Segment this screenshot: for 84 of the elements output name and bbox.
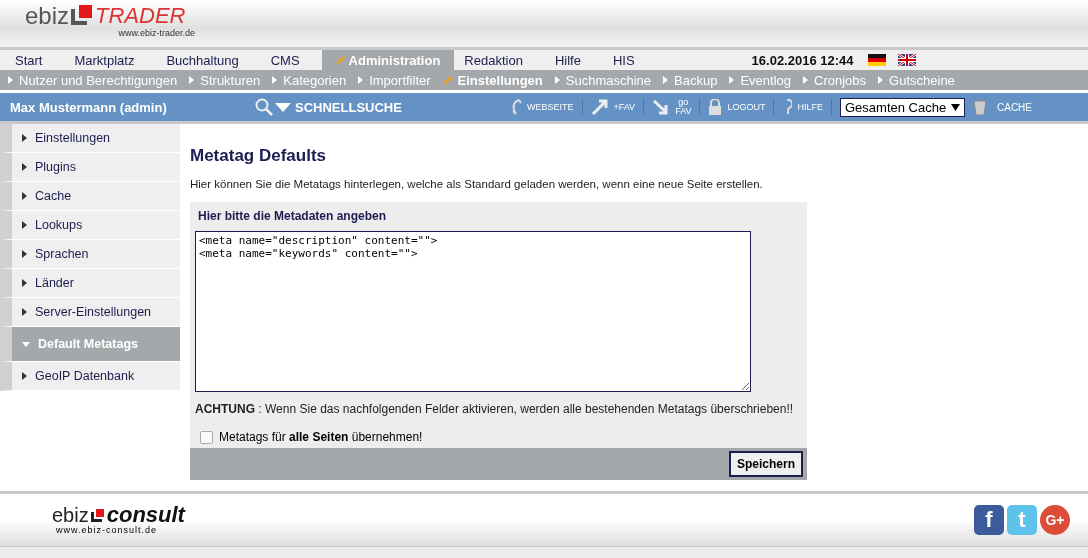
caret-icon: [22, 341, 30, 347]
toolbar-link[interactable]: +FAV: [590, 99, 636, 115]
hook-icon: [510, 99, 522, 115]
sidebar-item[interactable]: Default Metatags: [0, 327, 180, 362]
nav-tab[interactable]: Buchhaltung: [156, 50, 261, 70]
quicksearch-button[interactable]: SCHNELLSUCHE: [255, 98, 510, 116]
social-icon[interactable]: G+: [1040, 505, 1070, 535]
pencil-icon: [442, 76, 452, 84]
caret-icon: [189, 76, 195, 84]
sidebar-item[interactable]: Cache: [0, 182, 180, 211]
sidebar-item[interactable]: Server-Einstellungen: [0, 298, 180, 327]
caret-icon: [22, 221, 27, 229]
subnav-tab[interactable]: Strukturen: [189, 72, 261, 88]
datetime: 16.02.2016 12:44: [751, 52, 854, 68]
nav-tab[interactable]: Administration: [321, 50, 455, 70]
subnav-tab[interactable]: Gutscheine: [878, 72, 955, 88]
uk-flag-icon[interactable]: [897, 54, 916, 66]
nav-tab[interactable]: CMS: [260, 50, 322, 70]
caret-icon: [22, 163, 27, 171]
pencil-icon: [335, 56, 345, 64]
trash-icon: [973, 99, 987, 115]
subnav-tab[interactable]: Cronjobs: [803, 72, 867, 88]
logo-text: ebiz: [52, 505, 89, 525]
user-name: Max Mustermann (admin): [10, 99, 168, 115]
subnav-tab[interactable]: Eventlog: [729, 72, 792, 88]
subnav-tab[interactable]: Kategorien: [272, 72, 347, 88]
caret-icon: [663, 76, 669, 84]
logo-text: TRADER: [95, 4, 186, 28]
warning-text: ACHTUNG : Wenn Sie das nachfolgenden Felder aktivieren, werden alle bestehenden Metatags überschrieben!!: [195, 402, 795, 416]
subnav-tab[interactable]: Backup: [663, 72, 718, 88]
meta-textarea[interactable]: <meta name="description" content=""> <meta name="keywords" content="">: [195, 231, 751, 392]
sidebar-item[interactable]: Plugins: [0, 153, 180, 182]
caret-icon: [8, 76, 13, 84]
checkbox[interactable]: [200, 430, 213, 444]
lock-icon: [708, 99, 723, 115]
arrow-icon: [590, 99, 609, 115]
logo-url: www.ebiz-consult.de: [56, 525, 159, 535]
nav-tab[interactable]: Redaktion: [454, 50, 545, 70]
logo-url: www.ebiz-trader.de: [118, 28, 195, 38]
toolbar-link[interactable]: go FAV: [652, 98, 692, 116]
intro-text: Hier können Sie die Metatags hinterlegen, welche als Standard geladen werden, wenn eine neue Seite erstellen.: [190, 178, 764, 190]
caret-icon: [554, 76, 560, 84]
german-flag-icon[interactable]: [867, 54, 886, 66]
toolbar-link[interactable]: LOGOUT: [708, 99, 766, 115]
form-title: Hier bitte die Metadaten angeben: [197, 208, 388, 225]
caret-icon: [272, 76, 278, 84]
sidebar-item[interactable]: Länder: [0, 269, 180, 298]
subnav-tab[interactable]: Suchmaschine: [554, 72, 652, 88]
caret-icon: [878, 76, 884, 84]
logo-text: ebiz: [25, 4, 70, 28]
checkbox-label: Metatags für alle Seiten übernehmen!: [219, 430, 423, 444]
caret-icon: [22, 308, 27, 316]
logo-mark-icon: [90, 509, 105, 522]
nav-tab[interactable]: Start: [5, 50, 65, 70]
toolbar-link[interactable]: HILFE: [782, 99, 823, 115]
caret-icon: [22, 279, 27, 287]
caret-icon: [22, 250, 27, 258]
cache-select[interactable]: Gesamten Cache: [840, 97, 965, 117]
caret-icon: [22, 372, 27, 380]
nav-tab[interactable]: Marktplatz: [64, 50, 157, 70]
search-icon: [255, 98, 293, 116]
toolbar-link[interactable]: WEBSEITE: [510, 99, 574, 115]
sidebar-item[interactable]: Sprachen: [0, 240, 180, 269]
sidebar-item[interactable]: Einstellungen: [0, 124, 180, 153]
logo-mark-icon: [71, 5, 94, 25]
caret-icon: [803, 76, 809, 84]
caret-icon: [22, 192, 27, 200]
save-button[interactable]: Speichern: [728, 451, 803, 477]
sidebar-item[interactable]: GeoIP Datenbank: [0, 362, 180, 391]
social-icon[interactable]: f: [974, 505, 1004, 535]
sidebar-item[interactable]: Lookups: [0, 211, 180, 240]
caret-icon: [22, 134, 27, 142]
page-title: Metatag Defaults: [190, 146, 328, 166]
caret-icon: [729, 76, 735, 84]
arrow-icon: [652, 99, 671, 115]
subnav-tab[interactable]: Nutzer und Berechtigungen: [8, 72, 178, 88]
clear-cache-button[interactable]: CACHE: [973, 99, 1032, 115]
caret-icon: [358, 76, 364, 84]
logo-text: consult: [106, 505, 185, 525]
subnav-tab[interactable]: Importfilter: [358, 72, 431, 88]
caret-icon: [951, 103, 960, 111]
subnav-tab[interactable]: Einstellungen: [442, 72, 543, 88]
nav-tab[interactable]: Hilfe: [544, 50, 603, 70]
nav-tab[interactable]: HIS: [602, 50, 657, 70]
